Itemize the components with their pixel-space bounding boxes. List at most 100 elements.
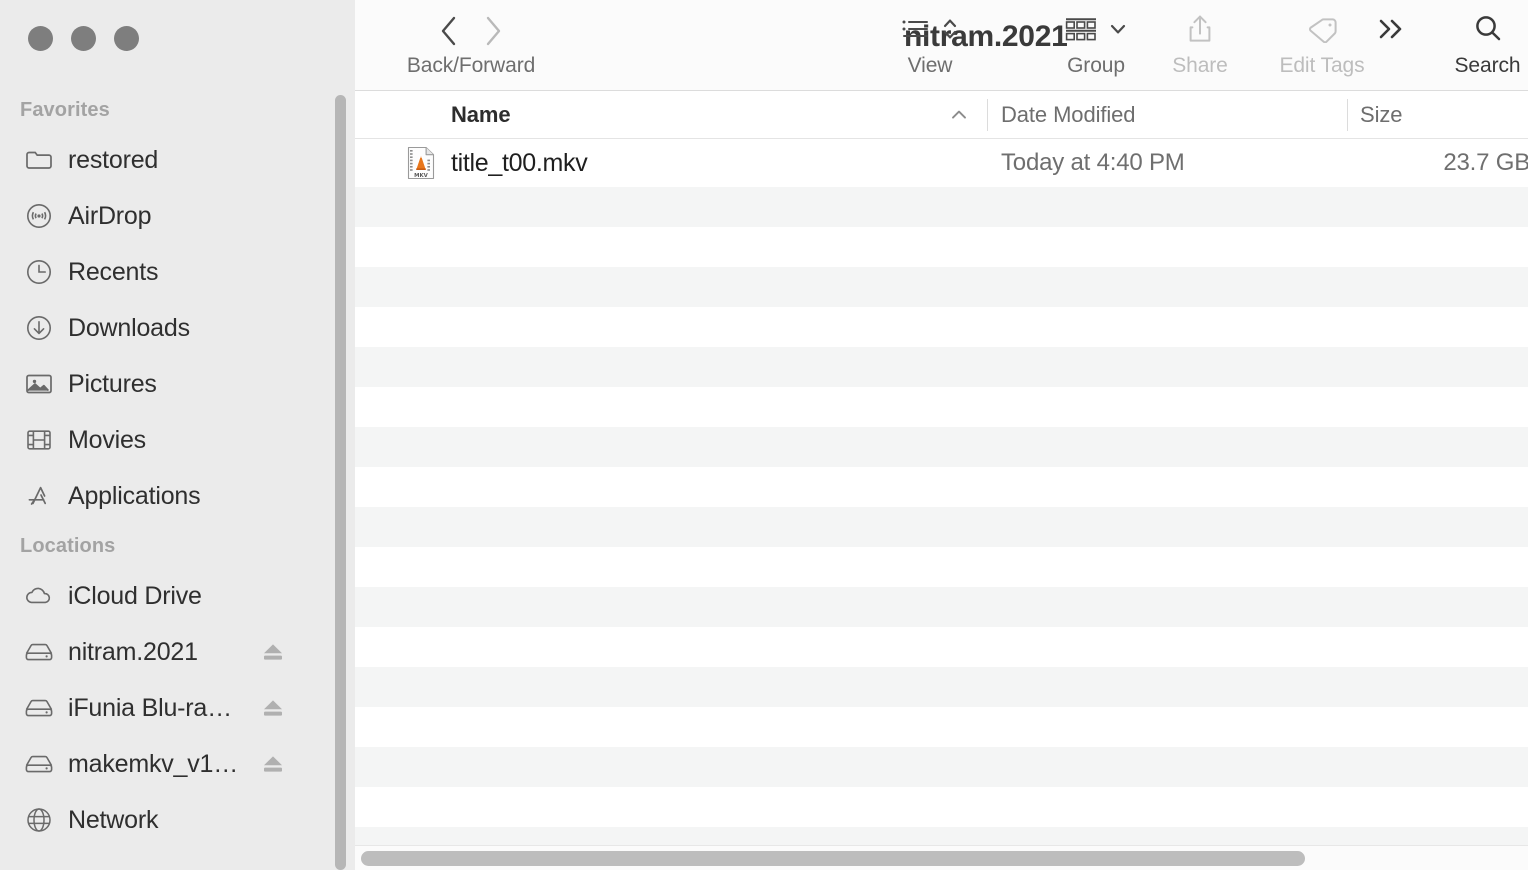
empty-row — [355, 227, 1528, 267]
sidebar-item-label: Recents — [68, 257, 159, 286]
empty-row — [355, 267, 1528, 307]
share-icon — [1186, 13, 1214, 50]
sidebar-item-pictures[interactable]: Pictures — [0, 356, 355, 412]
empty-row — [355, 187, 1528, 227]
column-divider[interactable] — [1347, 99, 1348, 131]
sidebar-item-label: restored — [68, 145, 159, 174]
sidebar-item-recents[interactable]: Recents — [0, 244, 355, 300]
column-divider[interactable] — [987, 99, 988, 131]
horizontal-scrollbar[interactable] — [355, 845, 1528, 870]
empty-row — [355, 347, 1528, 387]
back-forward-control[interactable]: Back/Forward — [371, 0, 571, 91]
file-date-modified: Today at 4:40 PM — [1001, 149, 1185, 176]
mkv-file-icon: MKV — [407, 146, 435, 180]
chevron-double-right-icon[interactable] — [1373, 15, 1409, 48]
empty-row — [355, 667, 1528, 707]
sidebar-item-label: Applications — [68, 481, 201, 510]
chevron-up-down-icon[interactable] — [941, 15, 959, 48]
sidebar-item-network[interactable]: Network — [0, 792, 355, 848]
pictures-icon — [22, 369, 56, 399]
empty-row — [355, 747, 1528, 787]
disk-icon — [22, 749, 56, 779]
empty-row — [355, 827, 1528, 845]
empty-row — [355, 547, 1528, 587]
column-header-row: Name Date Modified Size — [355, 91, 1528, 139]
empty-row — [355, 307, 1528, 347]
sidebar-item-makemkv[interactable]: makemkv_v1… — [0, 736, 355, 792]
empty-row — [355, 787, 1528, 827]
eject-icon[interactable] — [261, 641, 285, 663]
search-icon[interactable] — [1472, 13, 1504, 50]
sidebar-item-downloads[interactable]: Downloads — [0, 300, 355, 356]
list-view-icon[interactable] — [901, 16, 931, 47]
sidebar-item-restored[interactable]: restored — [0, 132, 355, 188]
file-size: 23.7 GB — [1443, 149, 1528, 176]
film-icon — [22, 425, 56, 455]
appstore-icon — [22, 481, 56, 511]
sidebar-item-label: Network — [68, 805, 159, 834]
sidebar-item-label: AirDrop — [68, 201, 152, 230]
sidebar-scroll-area: Favorites restored AirDrop Recents Downl… — [0, 88, 355, 870]
sidebar-item-airdrop[interactable]: AirDrop — [0, 188, 355, 244]
share-label: Share — [1172, 54, 1228, 77]
view-control[interactable]: View — [855, 0, 1005, 91]
column-header-size[interactable]: Size — [1360, 91, 1403, 139]
sidebar-section-favorites-header: Favorites — [20, 99, 110, 121]
empty-row — [355, 507, 1528, 547]
chevron-up-icon — [949, 105, 969, 125]
search-control[interactable]: Search — [1415, 0, 1528, 91]
finder-window: Favorites restored AirDrop Recents Downl… — [0, 0, 1528, 870]
sidebar-item-label: Pictures — [68, 369, 157, 398]
download-icon — [22, 313, 56, 343]
file-name-label: title_t00.mkv — [451, 148, 588, 177]
sidebar-item-label: makemkv_v1… — [68, 749, 239, 778]
horizontal-scrollbar-thumb[interactable] — [361, 851, 1305, 866]
sidebar-item-label: iCloud Drive — [68, 581, 202, 610]
airdrop-icon — [22, 201, 56, 231]
sidebar-scrollbar-thumb[interactable] — [335, 95, 346, 870]
folder-icon — [22, 145, 56, 175]
disk-icon — [22, 637, 56, 667]
back-forward-label: Back/Forward — [406, 54, 536, 77]
sidebar-item-label: iFunia Blu-ra… — [68, 693, 232, 722]
empty-row — [355, 427, 1528, 467]
sidebar-section-locations-header: Locations — [20, 535, 116, 557]
sidebar-item-movies[interactable]: Movies — [0, 412, 355, 468]
chevron-right-icon — [483, 14, 503, 48]
table-row[interactable]: MKV title_t00.mkv Today at 4:40 PM 23.7 … — [355, 139, 1528, 187]
close-button[interactable] — [28, 26, 53, 51]
grid-group-icon[interactable] — [1064, 16, 1098, 47]
eject-icon[interactable] — [261, 697, 285, 719]
sidebar-item-label: nitram.2021 — [68, 637, 198, 666]
traffic-lights — [28, 26, 139, 51]
empty-row — [355, 587, 1528, 627]
maximize-button[interactable] — [114, 26, 139, 51]
eject-icon[interactable] — [261, 753, 285, 775]
empty-row — [355, 467, 1528, 507]
group-label: Group — [1067, 54, 1125, 77]
disk-icon — [22, 693, 56, 723]
main-pane: Back/Forward nitram.2021 View Group Shar… — [355, 0, 1528, 870]
view-label: View — [907, 54, 953, 77]
sidebar-vertical-scrollbar[interactable] — [335, 95, 346, 870]
empty-row — [355, 627, 1528, 667]
globe-icon — [22, 805, 56, 835]
chevron-left-icon[interactable] — [439, 14, 459, 48]
column-header-name[interactable]: Name — [451, 91, 511, 139]
sidebar: Favorites restored AirDrop Recents Downl… — [0, 0, 355, 870]
sidebar-item-applications[interactable]: Applications — [0, 468, 355, 524]
minimize-button[interactable] — [71, 26, 96, 51]
sidebar-item-icloud-drive[interactable]: iCloud Drive — [0, 568, 355, 624]
empty-row — [355, 387, 1528, 427]
file-name-cell: MKV title_t00.mkv — [407, 139, 588, 187]
sidebar-item-nitram-2021[interactable]: nitram.2021 — [0, 624, 355, 680]
search-label: Search — [1454, 54, 1521, 77]
column-header-date-modified[interactable]: Date Modified — [1001, 91, 1136, 139]
file-list: MKV title_t00.mkv Today at 4:40 PM 23.7 … — [355, 139, 1528, 845]
sidebar-item-ifunia-bluray[interactable]: iFunia Blu-ra… — [0, 680, 355, 736]
sidebar-item-label: Downloads — [68, 313, 190, 342]
sidebar-item-label: Movies — [68, 425, 146, 454]
empty-row — [355, 707, 1528, 747]
toolbar: Back/Forward nitram.2021 View Group Shar… — [355, 0, 1528, 91]
edit-tags-label: Edit Tags — [1279, 54, 1365, 77]
